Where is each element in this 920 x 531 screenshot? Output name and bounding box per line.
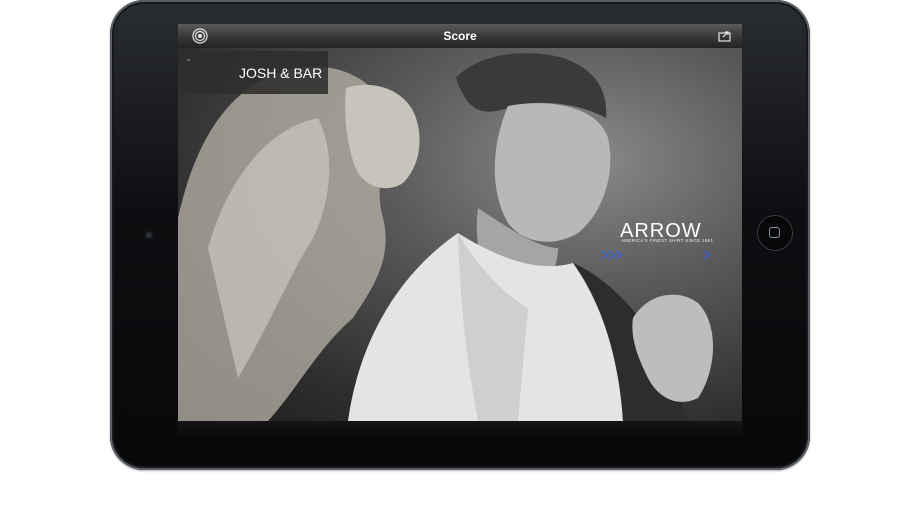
bottom-toolbar [178, 421, 742, 447]
home-button-icon [769, 227, 780, 238]
share-icon[interactable] [718, 30, 732, 42]
brand-tagline: AMERICA'S FINEST SHIRT SINCE 1851 [621, 238, 714, 243]
app-screen: Score - JOSH & BAR ARROW AMERICA'S FINES… [178, 24, 742, 447]
home-button[interactable] [757, 215, 793, 251]
title-overlay[interactable]: - JOSH & BAR [181, 51, 328, 94]
page-title: Score [443, 29, 477, 43]
top-toolbar: Score [178, 24, 742, 49]
front-camera [145, 231, 153, 239]
overlay-dash: - [187, 55, 191, 66]
overlay-title: JOSH & BAR [239, 65, 323, 81]
brand-logo: ARROW AMERICA'S FINEST SHIRT SINCE 1851 [598, 220, 718, 244]
